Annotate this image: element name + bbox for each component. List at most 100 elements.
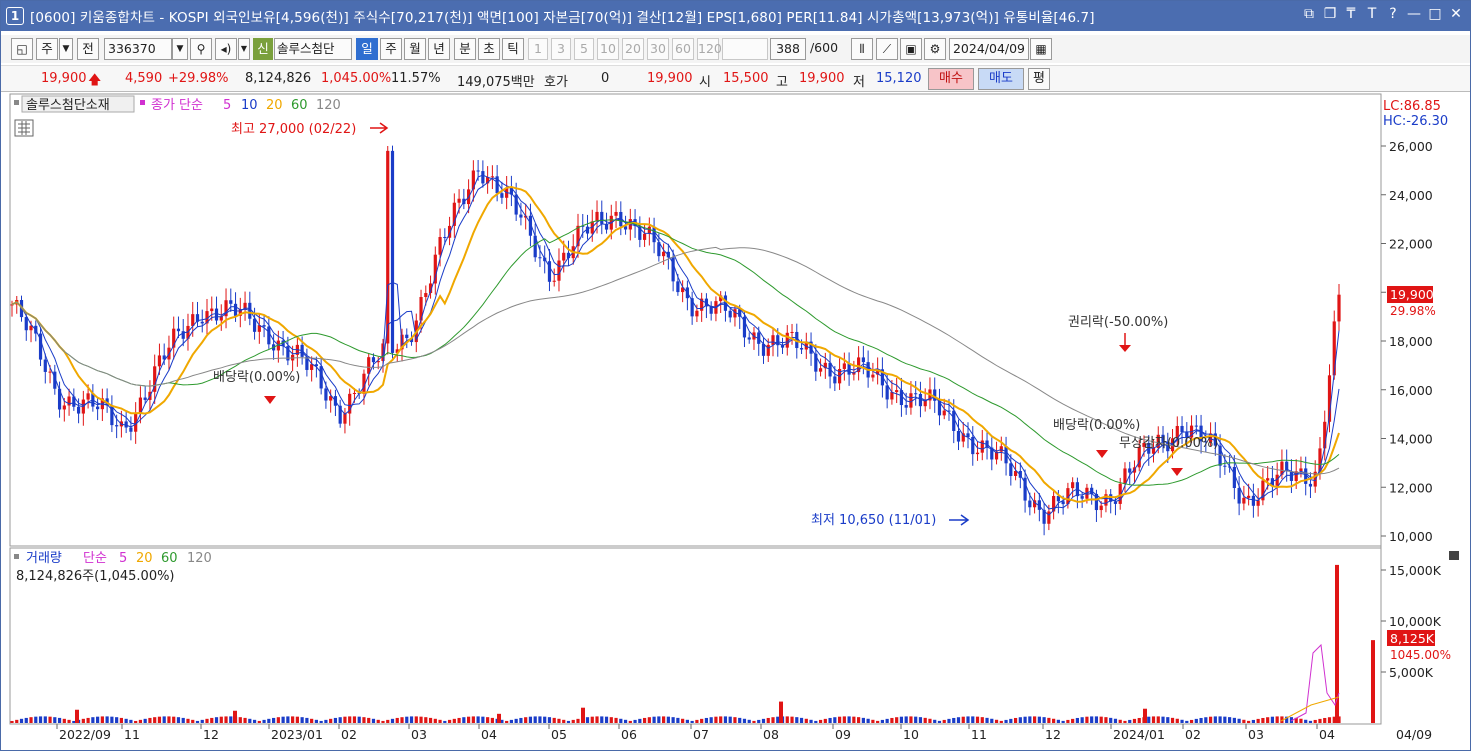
- copy-window-icon[interactable]: ❐: [1322, 6, 1338, 22]
- stock-code-input[interactable]: 336370: [104, 38, 172, 60]
- candle-body: [252, 318, 257, 332]
- candle-body: [933, 389, 937, 401]
- candle-body: [1289, 471, 1294, 481]
- panel-close-icon[interactable]: [1449, 551, 1459, 560]
- gear-icon[interactable]: ⚙: [924, 38, 946, 60]
- maximize-icon[interactable]: □: [1427, 6, 1443, 22]
- minimize-icon[interactable]: —: [1406, 6, 1422, 22]
- legend-ma20: 20: [266, 98, 283, 113]
- help-icon[interactable]: ?: [1385, 6, 1401, 22]
- close-icon[interactable]: ✕: [1448, 6, 1464, 22]
- volume-bar: [362, 717, 366, 723]
- candle-body: [1080, 496, 1084, 499]
- volume-bar: [100, 716, 104, 723]
- candle-body: [1071, 482, 1075, 489]
- link-window-icon[interactable]: ⧉: [1301, 6, 1317, 22]
- volume-bar: [29, 717, 33, 723]
- candle-body: [662, 251, 666, 257]
- sell-button[interactable]: 매도: [978, 68, 1024, 90]
- last-price-label: 19,900: [1390, 287, 1434, 302]
- display-count-input[interactable]: 388: [770, 38, 806, 60]
- interval-10-button[interactable]: 10: [597, 38, 619, 60]
- chart-canvas[interactable]: 10,00012,00014,00016,00018,00020,00022,0…: [1, 93, 1470, 752]
- volume-bar: [505, 720, 509, 723]
- volume-bar: [333, 717, 338, 723]
- trendline-icon[interactable]: ⟋: [876, 38, 898, 60]
- speaker-icon[interactable]: ◂): [215, 38, 237, 60]
- window-number-badge[interactable]: 1: [6, 7, 24, 25]
- volume-bar: [376, 719, 380, 723]
- volume-bar: [395, 717, 399, 723]
- volume-bar: [971, 716, 975, 723]
- volume-bar: [252, 719, 257, 723]
- candle-body: [971, 437, 975, 455]
- candle-body: [1099, 505, 1103, 511]
- save-icon[interactable]: ▣: [900, 38, 922, 60]
- price-tick-label: 16,000: [1389, 383, 1433, 398]
- volume-bar: [804, 718, 808, 723]
- volume-bar: [305, 717, 309, 723]
- volume-bar: [690, 720, 694, 723]
- volume-panel-frame: [9, 547, 1382, 725]
- date-input[interactable]: 2024/04/09: [949, 38, 1029, 60]
- search-icon[interactable]: ⚲: [190, 38, 212, 60]
- buy-button[interactable]: 매수: [928, 68, 974, 90]
- tick-button[interactable]: 틱: [502, 38, 524, 60]
- calendar-icon[interactable]: ▦: [1030, 38, 1052, 60]
- volume-bar: [871, 719, 875, 723]
- speaker-dropdown-icon[interactable]: ▼: [238, 38, 250, 60]
- volume-bar: [771, 717, 775, 723]
- volume-bar: [600, 716, 604, 723]
- volume-bar: [590, 716, 594, 723]
- interval-3-button[interactable]: 3: [551, 38, 571, 60]
- interval-120-button[interactable]: 120: [697, 38, 722, 60]
- volume-bar: [19, 718, 24, 723]
- second-button[interactable]: 초: [478, 38, 500, 60]
- custom-interval-input[interactable]: [722, 38, 768, 60]
- period-week-button[interactable]: 주: [380, 38, 402, 60]
- volume-bar: [833, 717, 837, 723]
- candle-body: [1299, 468, 1303, 472]
- quote-strip: 19,900 🡅 4,590 +29.98% 8,124,826 1,045.0…: [1, 65, 1470, 92]
- x-tick-label: 2023/01: [271, 727, 323, 742]
- candle-body: [871, 374, 875, 378]
- period-day-button[interactable]: 일: [356, 38, 378, 60]
- chevron-down-icon[interactable]: ▼: [59, 38, 73, 60]
- interval-20-button[interactable]: 20: [622, 38, 644, 60]
- candle-body: [262, 325, 266, 327]
- candle-settings-icon[interactable]: ⫴: [851, 38, 873, 60]
- prev-button[interactable]: 전: [77, 38, 99, 60]
- candle-body: [695, 310, 699, 317]
- volume-bar: [1066, 719, 1070, 723]
- volume-bar: [557, 718, 561, 723]
- volume-bar: [1056, 719, 1060, 723]
- volume-bar: [143, 718, 147, 723]
- volume-bar: [490, 717, 494, 723]
- stock-name-field[interactable]: 솔루스첨단: [274, 38, 352, 60]
- candle-body: [1247, 495, 1251, 498]
- candle-body: [895, 390, 899, 393]
- period-unit-select[interactable]: 주: [36, 38, 58, 60]
- candle-body: [1237, 488, 1241, 504]
- volume-bar: [1047, 717, 1051, 723]
- interval-1-button[interactable]: 1: [528, 38, 548, 60]
- code-dropdown-icon[interactable]: ▼: [172, 38, 188, 60]
- volume-bar: [486, 717, 490, 723]
- minute-button[interactable]: 분: [454, 38, 476, 60]
- volume-bar: [909, 716, 913, 723]
- eval-button[interactable]: 평: [1028, 68, 1050, 90]
- interval-30-button[interactable]: 30: [647, 38, 669, 60]
- volume-bar: [937, 720, 942, 723]
- period-year-button[interactable]: 년: [428, 38, 450, 60]
- interval-60-button[interactable]: 60: [672, 38, 694, 60]
- period-month-button[interactable]: 월: [404, 38, 426, 60]
- volume-bar: [952, 717, 956, 723]
- font-size-icon[interactable]: T: [1364, 6, 1380, 22]
- volume-bar: [1123, 720, 1127, 723]
- interval-5-button[interactable]: 5: [574, 38, 594, 60]
- volume-bar: [348, 716, 352, 723]
- x-tick-label: 03: [1248, 727, 1264, 742]
- layout-icon[interactable]: ◱: [11, 38, 33, 60]
- pin-icon[interactable]: ₸: [1343, 6, 1359, 22]
- volume-bar: [409, 716, 414, 723]
